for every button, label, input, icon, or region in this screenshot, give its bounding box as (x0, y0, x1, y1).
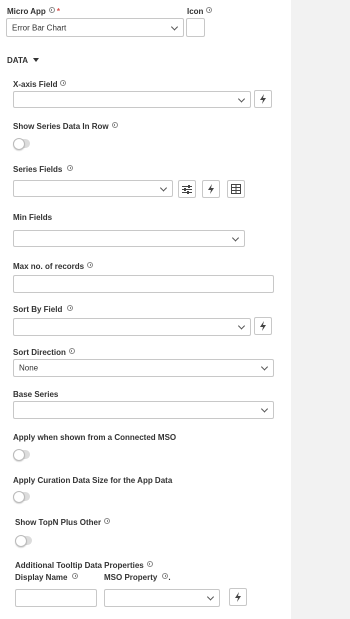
chevron-down-icon (237, 322, 246, 330)
info-icon (68, 348, 75, 354)
x-axis-dynamic-button[interactable] (254, 90, 272, 108)
show-series-row-label: Show Series Data In Row (13, 122, 118, 131)
series-settings-button[interactable] (178, 180, 196, 198)
micro-app-label: Micro App * (7, 7, 60, 16)
display-name-input[interactable] (15, 589, 97, 607)
min-fields-label: Min Fields (13, 213, 53, 222)
info-icon (67, 305, 74, 311)
apply-connected-mso-toggle[interactable] (13, 449, 30, 461)
series-dynamic-button[interactable] (202, 180, 220, 198)
tooltip-dynamic-button[interactable] (229, 588, 247, 606)
info-icon (87, 262, 94, 268)
sort-by-dynamic-button[interactable] (254, 317, 272, 335)
properties-panel: Micro App * Error Bar Chart Icon DATA X-a… (0, 0, 291, 619)
sort-direction-label: Sort Direction (13, 348, 75, 357)
info-icon (206, 7, 213, 13)
series-fields-label: Series Fields (13, 165, 74, 174)
apply-connected-mso-label: Apply when shown from a Connected MSO (13, 433, 177, 442)
info-icon (111, 122, 118, 128)
info-icon (146, 561, 153, 567)
data-section-toggle[interactable]: DATA (7, 56, 40, 65)
chevron-down-icon (206, 593, 215, 601)
grid-icon (231, 184, 241, 194)
apply-curation-toggle[interactable] (13, 491, 30, 503)
chevron-down-icon (159, 183, 168, 192)
required-marker: * (56, 7, 60, 16)
apply-curation-label: Apply Curation Data Size for the App Dat… (13, 476, 173, 485)
mso-property-select[interactable] (104, 589, 220, 607)
info-icon (60, 80, 67, 86)
info-icon (48, 7, 55, 13)
info-icon (104, 518, 111, 524)
max-records-input[interactable] (13, 275, 274, 293)
base-series-select[interactable] (13, 401, 274, 419)
chevron-down-icon (260, 363, 269, 371)
lightning-icon (208, 184, 214, 194)
display-name-label: Display Name (15, 573, 79, 582)
mso-property-label: MSO Property. (104, 573, 171, 582)
sort-by-field-select[interactable] (13, 318, 251, 336)
series-fields-select[interactable] (13, 180, 173, 197)
x-axis-field-select[interactable] (13, 91, 251, 108)
series-grid-button[interactable] (227, 180, 245, 198)
icon-label: Icon (187, 7, 213, 16)
sort-by-field-label: Sort By Field (13, 305, 74, 314)
min-fields-select[interactable] (13, 230, 245, 247)
chevron-down-icon (170, 22, 179, 31)
chevron-down-icon (260, 405, 269, 413)
caret-down-icon (33, 58, 40, 62)
show-topn-toggle[interactable] (15, 535, 32, 547)
tooltip-properties-label: Additional Tooltip Data Properties (15, 561, 153, 570)
base-series-label: Base Series (13, 390, 59, 399)
lightning-icon (235, 592, 241, 602)
chevron-down-icon (231, 233, 240, 242)
max-records-label: Max no. of records (13, 262, 94, 271)
chevron-down-icon (237, 94, 246, 103)
icon-picker[interactable] (186, 18, 205, 37)
sliders-icon (182, 184, 192, 194)
lightning-icon (260, 321, 266, 331)
show-topn-label: Show TopN Plus Other (15, 518, 111, 527)
info-icon (67, 165, 74, 171)
show-series-row-toggle[interactable] (13, 138, 30, 150)
info-icon (72, 573, 79, 579)
micro-app-select[interactable]: Error Bar Chart (6, 18, 184, 37)
x-axis-field-label: X-axis Field (13, 80, 67, 89)
lightning-icon (260, 94, 266, 104)
sort-direction-select[interactable]: None (13, 359, 274, 377)
